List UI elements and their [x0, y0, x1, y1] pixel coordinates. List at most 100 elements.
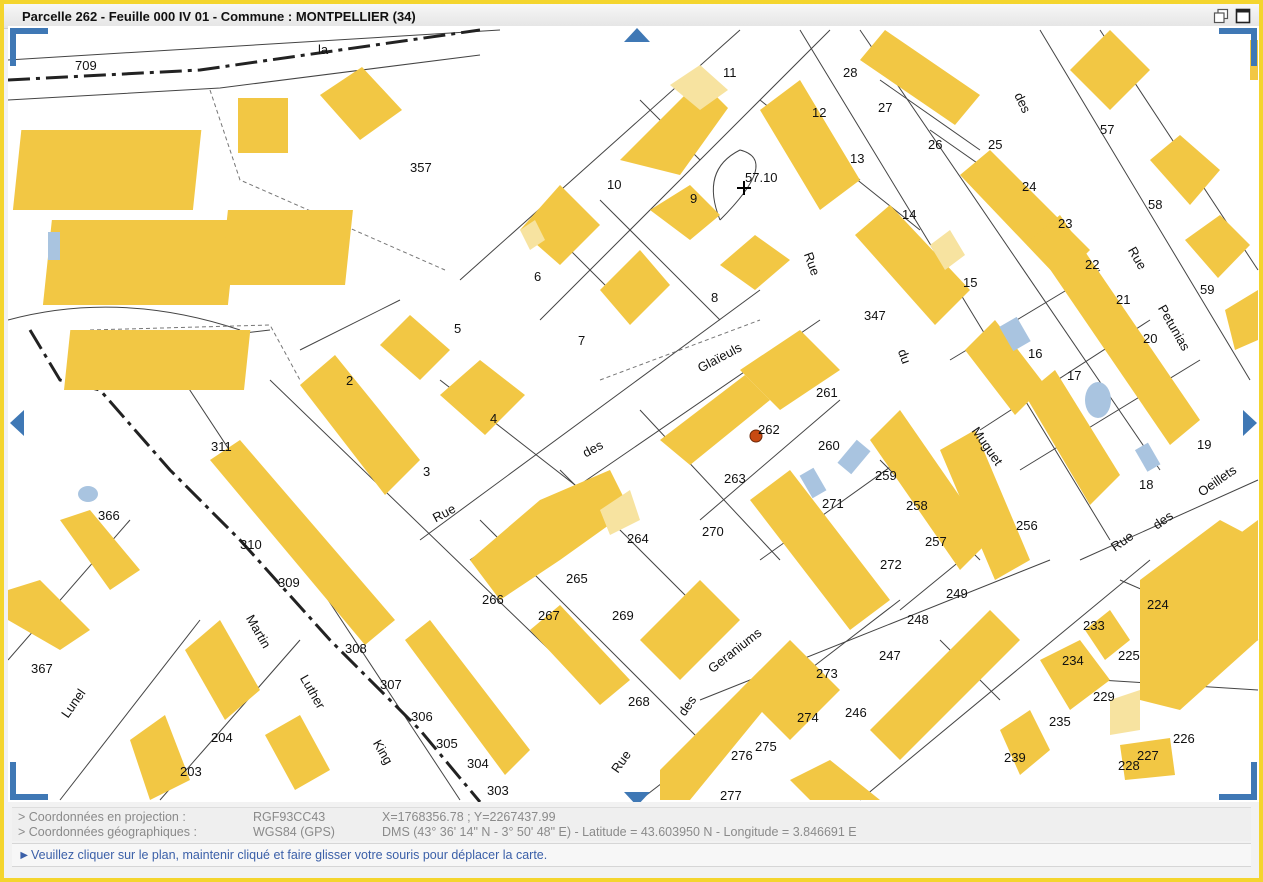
cadastral-map[interactable]: 709 357 11 12 28 27 26 25 57 10 9 57.10 13 24 23 58 6 8 14…: [8, 26, 1259, 802]
parcel-label-5[interactable]: 5: [454, 321, 461, 336]
parcel-label-277[interactable]: 277: [720, 788, 742, 802]
navigation-hint: ► Veuillez cliquer sur le plan, mainteni…: [12, 843, 1251, 867]
corner-bottom-right: [1219, 762, 1257, 800]
parcel-label-262[interactable]: 262: [758, 422, 780, 437]
parcel-label-239[interactable]: 239: [1004, 750, 1026, 765]
parcel-label-310[interactable]: 310: [240, 537, 262, 552]
geographic-label: > Coordonnées géographiques :: [18, 825, 197, 839]
parcel-label-233[interactable]: 233: [1083, 618, 1105, 633]
parcel-label-15[interactable]: 15: [963, 275, 977, 290]
parcel-label-57[interactable]: 57: [1100, 122, 1114, 137]
parcel-label-228[interactable]: 228: [1118, 758, 1140, 773]
parcel-label-366[interactable]: 366: [98, 508, 120, 523]
parcel-label-248[interactable]: 248: [907, 612, 929, 627]
parcel-label-204[interactable]: 204: [211, 730, 233, 745]
pan-left-icon[interactable]: [10, 410, 24, 436]
parcel-label-267[interactable]: 267: [538, 608, 560, 623]
parcel-label-227[interactable]: 227: [1137, 748, 1159, 763]
geographic-value: DMS (43° 36' 14" N - 3° 50' 48" E) - Lat…: [382, 825, 857, 839]
parcel-label-23[interactable]: 23: [1058, 216, 1072, 231]
parcel-label-9[interactable]: 9: [690, 191, 697, 206]
street-label: la: [318, 42, 329, 57]
parcel-label-367[interactable]: 367: [31, 661, 53, 676]
parcel-label-264[interactable]: 264: [627, 531, 649, 546]
hint-arrow-icon: ►: [18, 848, 31, 862]
parcel-label-261[interactable]: 261: [816, 385, 838, 400]
parcel-label-258[interactable]: 258: [906, 498, 928, 513]
parcel-label-271[interactable]: 271: [822, 496, 844, 511]
parcel-label-249[interactable]: 249: [946, 586, 968, 601]
parcel-label-58[interactable]: 58: [1148, 197, 1162, 212]
parcel-label-11[interactable]: 11: [723, 65, 737, 80]
geographic-system: WGS84 (GPS): [253, 825, 335, 839]
parcel-label-270[interactable]: 270: [702, 524, 724, 539]
maximize-window-icon[interactable]: [1235, 8, 1251, 24]
parcel-label-268[interactable]: 268: [628, 694, 650, 709]
window-title: Parcelle 262 - Feuille 000 IV 01 - Commu…: [22, 9, 416, 24]
parcel-label-25[interactable]: 25: [988, 137, 1002, 152]
parcel-label-6[interactable]: 6: [534, 269, 541, 284]
parcel-label-226[interactable]: 226: [1173, 731, 1195, 746]
parcel-label-13[interactable]: 13: [850, 151, 864, 166]
parcel-label-19[interactable]: 19: [1197, 437, 1211, 452]
parcel-label-273[interactable]: 273: [816, 666, 838, 681]
parcel-label-263[interactable]: 263: [724, 471, 746, 486]
parcel-label-16[interactable]: 16: [1028, 346, 1042, 361]
parcel-label-224[interactable]: 224: [1147, 597, 1169, 612]
parcel-label-272[interactable]: 272: [880, 557, 902, 572]
parcel-label-28[interactable]: 28: [843, 65, 857, 80]
parcel-label-229[interactable]: 229: [1093, 689, 1115, 704]
parcel-label-256[interactable]: 256: [1016, 518, 1038, 533]
parcel-label-247[interactable]: 247: [879, 648, 901, 663]
parcel-label-308[interactable]: 308: [345, 641, 367, 656]
parcel-label-304[interactable]: 304: [467, 756, 489, 771]
parcel-label-3[interactable]: 3: [423, 464, 430, 479]
parcel-label-24[interactable]: 24: [1022, 179, 1036, 194]
parcel-label-10[interactable]: 10: [607, 177, 621, 192]
parcel-label-260[interactable]: 260: [818, 438, 840, 453]
parcel-label-257[interactable]: 257: [925, 534, 947, 549]
parcel-label-234[interactable]: 234: [1062, 653, 1084, 668]
parcel-label-12[interactable]: 12: [812, 105, 826, 120]
parcel-label-18[interactable]: 18: [1139, 477, 1153, 492]
pan-down-icon[interactable]: [624, 792, 650, 802]
parcel-label-357[interactable]: 357: [410, 160, 432, 175]
corner-bottom-left: [10, 762, 48, 800]
parcel-label-266[interactable]: 266: [482, 592, 504, 607]
parcel-label-57-10[interactable]: 57.10: [745, 170, 778, 185]
parcel-label-203[interactable]: 203: [180, 764, 202, 779]
projection-label: > Coordonnées en projection :: [18, 810, 186, 824]
restore-window-icon[interactable]: [1213, 8, 1229, 24]
parcel-label-21[interactable]: 21: [1116, 292, 1130, 307]
parcel-label-17[interactable]: 17: [1067, 368, 1081, 383]
parcel-label-7[interactable]: 7: [578, 333, 585, 348]
parcel-label-22[interactable]: 22: [1085, 257, 1099, 272]
parcel-label-276[interactable]: 276: [731, 748, 753, 763]
parcel-label-26[interactable]: 26: [928, 137, 942, 152]
parcel-label-309[interactable]: 309: [278, 575, 300, 590]
parcel-label-275[interactable]: 275: [755, 739, 777, 754]
parcel-label-307[interactable]: 307: [380, 677, 402, 692]
parcel-label-4[interactable]: 4: [490, 411, 497, 426]
parcel-label-2[interactable]: 2: [346, 373, 353, 388]
parcel-label-269[interactable]: 269: [612, 608, 634, 623]
pan-up-icon[interactable]: [624, 28, 650, 42]
parcel-label-311[interactable]: 311: [211, 439, 232, 454]
parcel-label-225[interactable]: 225: [1118, 648, 1140, 663]
parcel-label-27[interactable]: 27: [878, 100, 892, 115]
parcel-label-14[interactable]: 14: [902, 207, 916, 222]
parcel-label-235[interactable]: 235: [1049, 714, 1071, 729]
parcel-label-305[interactable]: 305: [436, 736, 458, 751]
parcel-label-274[interactable]: 274: [797, 710, 819, 725]
parcel-label-259[interactable]: 259: [875, 468, 897, 483]
parcel-label-306[interactable]: 306: [411, 709, 433, 724]
parcel-label-265[interactable]: 265: [566, 571, 588, 586]
parcel-label-347[interactable]: 347: [864, 308, 886, 323]
parcel-label-709[interactable]: 709: [75, 58, 97, 73]
parcel-label-303[interactable]: 303: [487, 783, 509, 798]
parcel-label-20[interactable]: 20: [1143, 331, 1157, 346]
parcel-label-246[interactable]: 246: [845, 705, 867, 720]
parcel-label-8[interactable]: 8: [711, 290, 718, 305]
parcel-label-59[interactable]: 59: [1200, 282, 1214, 297]
pan-right-icon[interactable]: [1243, 410, 1257, 436]
